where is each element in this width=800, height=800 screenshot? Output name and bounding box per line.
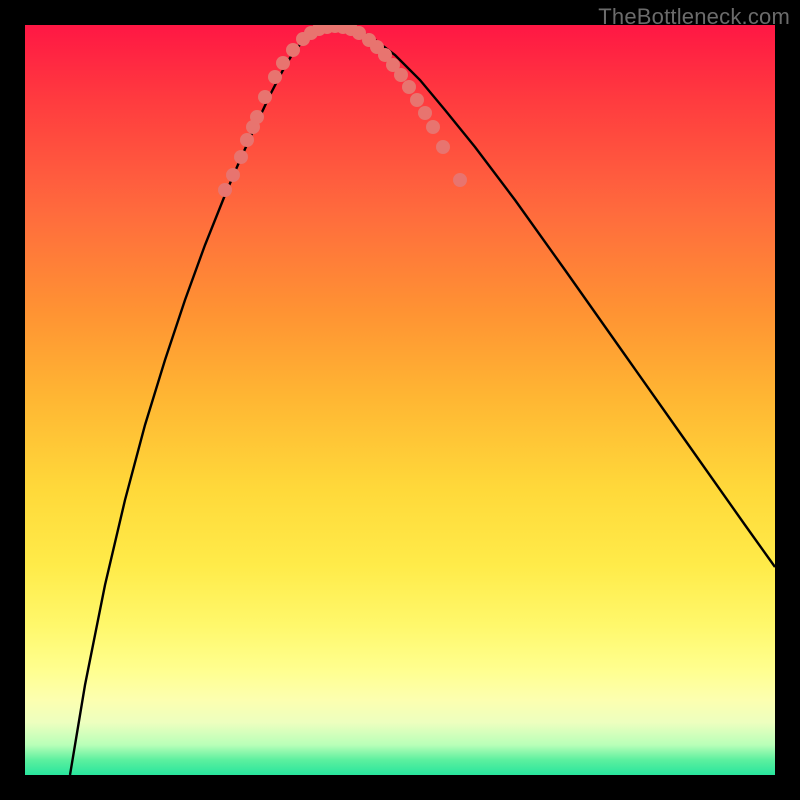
data-marker (453, 173, 467, 187)
data-markers (218, 25, 467, 197)
data-marker (378, 48, 392, 62)
data-marker (246, 120, 260, 134)
data-marker (328, 25, 342, 33)
data-marker (394, 68, 408, 82)
data-marker (352, 26, 366, 40)
data-marker (226, 168, 240, 182)
data-marker (234, 150, 248, 164)
bottleneck-curve (70, 27, 775, 775)
data-marker (240, 133, 254, 147)
data-marker (426, 120, 440, 134)
watermark-text: TheBottleneck.com (598, 4, 790, 30)
data-marker (418, 106, 432, 120)
data-marker (218, 183, 232, 197)
data-marker (344, 25, 358, 36)
data-marker (410, 93, 424, 107)
data-marker (402, 80, 416, 94)
data-marker (312, 25, 326, 36)
data-marker (436, 140, 450, 154)
data-marker (320, 25, 334, 34)
data-marker (276, 56, 290, 70)
plot-area (25, 25, 775, 775)
data-marker (258, 90, 272, 104)
data-marker (362, 33, 376, 47)
data-marker (370, 40, 384, 54)
data-marker (336, 25, 350, 34)
bottleneck-curve-svg (25, 25, 775, 775)
data-marker (304, 26, 318, 40)
chart-frame: TheBottleneck.com (0, 0, 800, 800)
data-marker (296, 32, 310, 46)
data-marker (268, 70, 282, 84)
data-marker (250, 110, 264, 124)
data-marker (286, 43, 300, 57)
data-marker (386, 58, 400, 72)
